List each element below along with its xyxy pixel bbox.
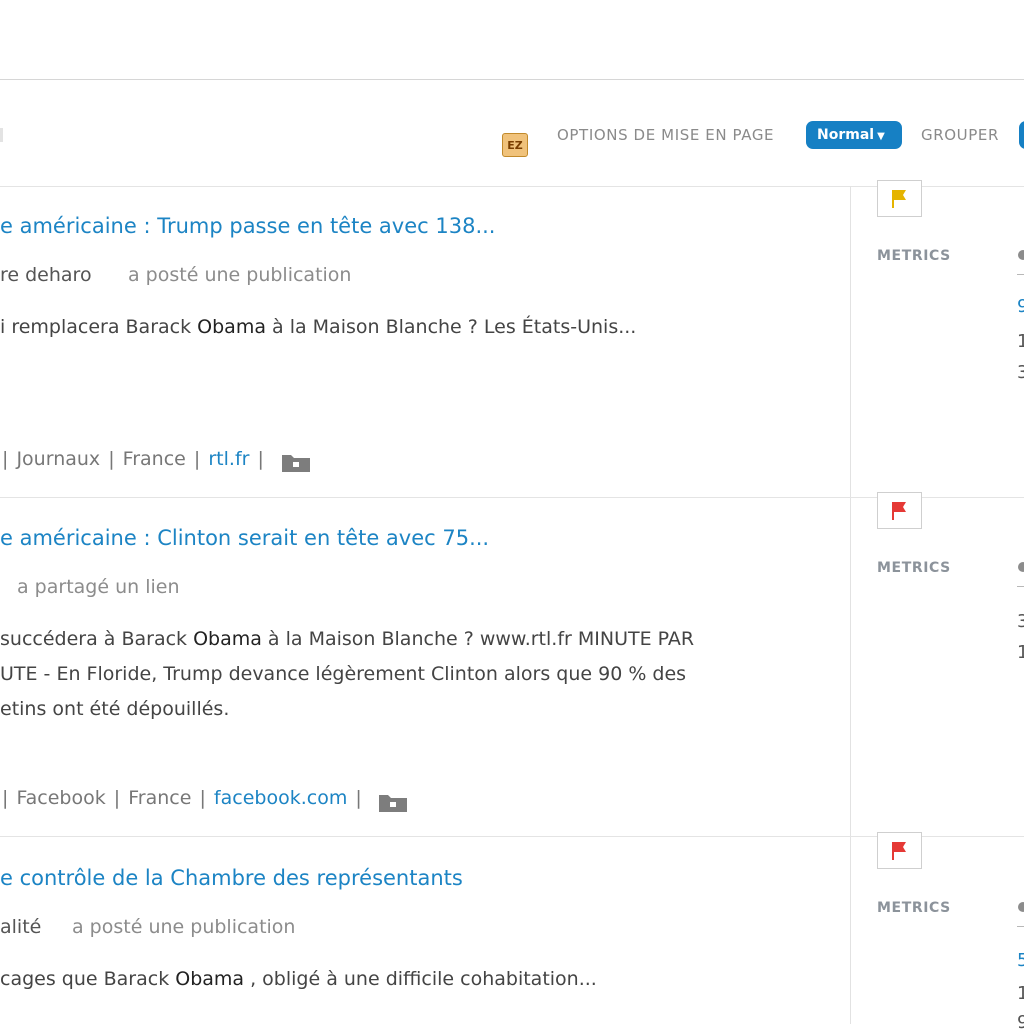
metrics-label: METRICS [877,560,951,576]
result-author[interactable]: alité [0,916,41,938]
excerpt-line: etins ont été dépouillés. [0,698,230,720]
result-title[interactable]: e contrôle de la Chambre des représentan… [0,866,463,890]
result-action: a posté une publication [72,916,296,938]
layout-select[interactable]: Normal ▼ [806,121,902,149]
metric-value: 3 [1017,611,1024,632]
metric-divider [1017,926,1024,927]
metric-value: 1 [1017,331,1024,352]
flag-icon [892,842,906,860]
flag-button[interactable] [877,180,922,217]
metric-value: 3 [1017,362,1024,383]
result-source: | Facebook | France | facebook.com | [2,787,362,809]
result-title[interactable]: e américaine : Trump passe en tête avec … [0,214,495,238]
folder-icon[interactable] [281,451,311,473]
result-source: | Journaux | France | rtl.fr | [2,448,264,470]
result-action: a partagé un lien [17,576,180,598]
ez-export-icon[interactable]: EZ [502,133,528,157]
result-title[interactable]: e américaine : Clinton serait en tête av… [0,526,489,550]
metric-value: 1 [1017,642,1024,663]
excerpt-line: succédera à Barack Obama à la Maison Bla… [0,628,695,650]
result-excerpt: succédera à Barack Obama à la Maison Bla… [0,622,694,727]
metric-value[interactable]: 9 [1017,296,1024,317]
metric-value: 9 [1017,1012,1024,1033]
source-category: Facebook [16,787,106,809]
flag-button[interactable] [877,832,922,869]
metrics-label: METRICS [877,900,951,916]
result-action: a posté une publication [128,264,352,286]
chevron-down-icon: ▼ [877,131,885,142]
metric-icon [1018,562,1024,572]
excerpt-line: i remplacera Barack Obama à la Maison Bl… [0,316,637,338]
metrics-label: METRICS [877,248,951,264]
flag-icon [892,190,906,208]
metric-divider [1017,274,1024,275]
flag-icon [892,502,906,520]
excerpt-line: UTE - En Floride, Trump devance légèreme… [0,663,687,685]
folder-icon[interactable] [378,791,408,813]
collapsed-panel-edge [0,128,3,142]
source-country: France [122,448,186,470]
excerpt-line: cages que Barack Obama , obligé à une di… [0,968,597,990]
result-separator [0,497,1024,498]
source-domain-link[interactable]: facebook.com [214,787,347,809]
result-separator [0,836,1024,837]
metric-value[interactable]: 5 [1017,950,1024,971]
metric-value: 1 [1017,983,1024,1004]
metric-divider [1017,586,1024,587]
layout-select-value: Normal [817,127,875,143]
metric-icon [1018,250,1024,260]
group-label: GROUPER [921,126,999,144]
layout-options-label: OPTIONS DE MISE EN PAGE [557,126,775,144]
source-category: Journaux [16,448,101,470]
result-author[interactable]: re deharo [0,264,92,286]
source-domain-link[interactable]: rtl.fr [208,448,249,470]
top-bar [0,0,1024,80]
flag-button[interactable] [877,492,922,529]
source-country: France [128,787,192,809]
result-excerpt: cages que Barack Obama , obligé à une di… [0,962,597,997]
result-excerpt: i remplacera Barack Obama à la Maison Bl… [0,310,636,345]
metric-icon [1018,902,1024,912]
group-select[interactable] [1019,121,1024,149]
metrics-column-divider [850,186,851,1024]
